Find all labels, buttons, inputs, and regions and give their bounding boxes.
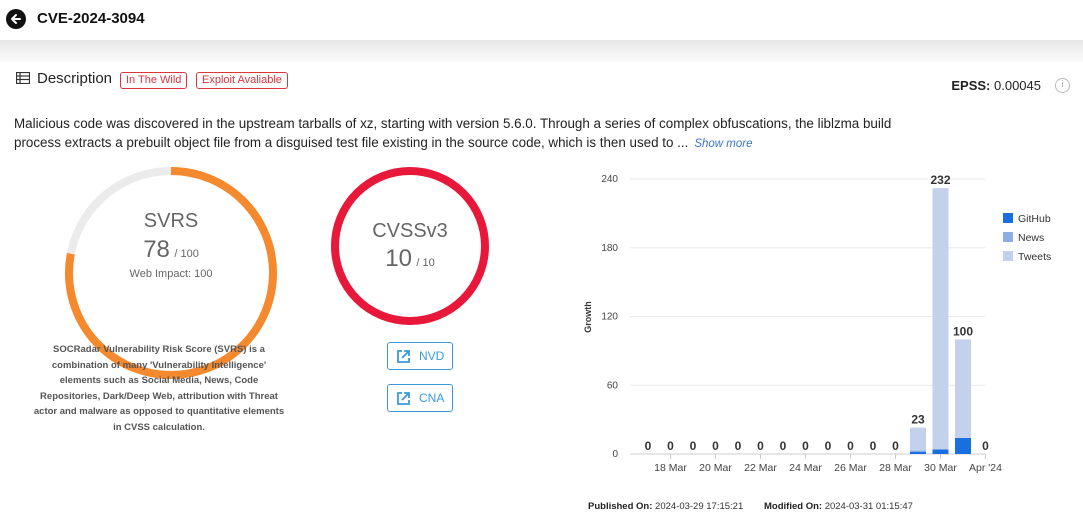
data-label: 0 <box>892 439 899 453</box>
legend-label-tweets: Tweets <box>1018 251 1051 263</box>
svrs-label: SVRS <box>143 210 199 232</box>
nvd-link-button[interactable]: NVD <box>387 342 454 370</box>
y-tick-label: 120 <box>601 312 618 323</box>
page-title: CVE-2024-3094 <box>37 10 145 27</box>
legend-label-news: News <box>1018 232 1044 244</box>
legend-swatch-github <box>1003 213 1013 223</box>
description-heading: Description <box>37 70 113 87</box>
info-icon[interactable]: i <box>1055 78 1070 93</box>
svrs-score-value: 78 <box>143 236 170 263</box>
bar-segment-tweets <box>932 188 949 450</box>
data-label: 0 <box>847 439 854 453</box>
header-shadow <box>0 40 1083 62</box>
nvd-label: NVD <box>419 349 445 363</box>
exploit-available-badge: Exploit Avaliable <box>196 72 288 89</box>
y-tick-label: 240 <box>601 174 618 185</box>
svrs-score: 78 / 100 <box>62 236 280 264</box>
growth-chart: 060120180240Growth0 0 0 0 0 0 0 0 0 0 0 02323210001… <box>583 173 1051 474</box>
data-label: 0 <box>712 439 719 453</box>
back-button[interactable] <box>6 9 26 29</box>
bar-segment-tweets <box>910 427 926 451</box>
bar-segment-github <box>955 437 971 454</box>
x-tick-label: 28 Mar <box>879 462 912 474</box>
cvss-score-value: 10 <box>385 245 412 272</box>
y-tick-label: 0 <box>612 449 618 460</box>
data-label: 0 <box>982 439 989 453</box>
y-tick-label: 60 <box>607 380 619 391</box>
data-label: 0 <box>780 439 787 453</box>
svrs-web-impact: Web Impact: 100 <box>129 268 213 280</box>
data-label: 0 <box>667 439 674 453</box>
bar-segment-news <box>910 450 926 452</box>
x-tick-label: 22 Mar <box>744 462 777 474</box>
bar-segment-github <box>910 451 926 454</box>
epss-score: EPSS: 0.00045 <box>951 78 1041 93</box>
cna-link-button[interactable]: CNA <box>387 384 454 412</box>
y-axis-label: Growth <box>583 301 593 333</box>
data-label: 0 <box>870 439 877 453</box>
arrow-left-icon <box>11 14 21 24</box>
published-value: 2024-03-29 17:15:21 <box>655 501 744 512</box>
y-tick-label: 180 <box>601 243 618 254</box>
list-icon <box>16 72 30 84</box>
x-tick-label: 30 Mar <box>924 462 957 474</box>
data-label: 0 <box>735 439 742 453</box>
header-bar <box>0 0 1083 40</box>
cna-label: CNA <box>419 391 445 405</box>
published-label: Published On: <box>588 501 653 512</box>
published-on: Published On: 2024-03-29 17:15:21 <box>588 501 743 512</box>
modified-label: Modified On: <box>764 501 823 512</box>
cvss-score: 10 / 10 <box>328 245 492 273</box>
legend-swatch-tweets <box>1003 251 1013 261</box>
modified-on: Modified On: 2024-03-31 01:15:47 <box>764 501 913 512</box>
show-more-link[interactable]: Show more <box>694 138 752 150</box>
external-link-icon <box>397 349 410 363</box>
description-text: Malicious code was discovered in the ups… <box>14 114 914 154</box>
x-tick-label: 26 Mar <box>834 462 867 474</box>
data-label: 0 <box>645 439 652 453</box>
data-label: 0 <box>690 439 697 453</box>
data-label: 0 <box>757 439 764 453</box>
epss-label: EPSS: <box>951 78 991 93</box>
modified-value: 2024-03-31 01:15:47 <box>824 501 913 512</box>
data-label: 232 <box>930 173 950 187</box>
bar-segment-github <box>932 449 949 454</box>
external-link-icon <box>397 391 410 405</box>
cvss-score-max: / 10 <box>416 257 435 269</box>
description-body: Malicious code was discovered in the ups… <box>14 116 892 150</box>
legend-label-github: GitHub <box>1018 213 1051 225</box>
svrs-description: SOCRadar Vulnerability Risk Score (SVRS)… <box>33 344 285 433</box>
epss-value: 0.00045 <box>994 78 1041 93</box>
legend-swatch-news <box>1003 232 1013 242</box>
x-tick-label: Apr '24 <box>969 462 1002 474</box>
x-tick-label: 18 Mar <box>654 462 687 474</box>
cvss-label: CVSSv3 <box>372 220 448 242</box>
data-label: 100 <box>953 324 973 338</box>
data-label: 23 <box>911 413 925 427</box>
x-tick-label: 20 Mar <box>699 462 732 474</box>
svrs-score-max: / 100 <box>174 248 199 260</box>
in-the-wild-badge: In The Wild <box>120 72 188 89</box>
bar-segment-tweets <box>955 339 971 438</box>
data-label: 0 <box>825 439 832 453</box>
data-label: 0 <box>802 439 809 453</box>
x-tick-label: 24 Mar <box>789 462 822 474</box>
